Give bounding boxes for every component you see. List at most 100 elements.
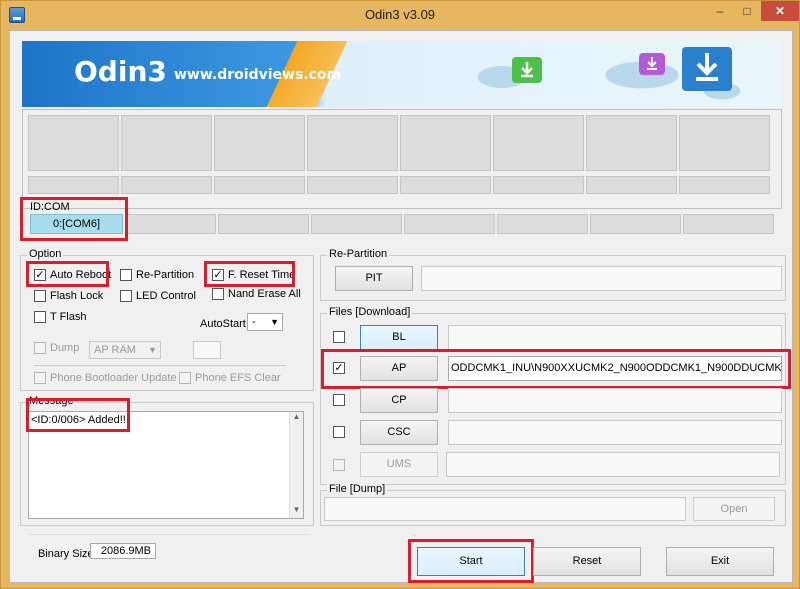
close-button[interactable]: ✕ [761, 1, 799, 21]
re-partition-checkbox[interactable]: Re-Partition [120, 269, 194, 281]
open-button[interactable]: Open [693, 497, 775, 521]
auto-reboot-label: Auto Reboot [50, 269, 112, 281]
dump-label: Dump [50, 342, 80, 354]
re-partition-group-label: Re-Partition [327, 248, 390, 260]
slot-status [493, 176, 584, 194]
led-control-checkbox[interactable]: LED Control [120, 290, 196, 302]
message-log-text: <ID:0/006> Added!! [31, 414, 126, 426]
device-slot [28, 115, 119, 171]
message-scrollbar[interactable]: ▲ ▼ [289, 412, 303, 518]
device-slot [307, 115, 398, 171]
option-label: Option [27, 248, 64, 260]
slot-status [121, 176, 212, 194]
csc-checkbox[interactable] [333, 426, 349, 438]
ums-checkbox[interactable] [333, 459, 349, 471]
checkmark-icon: ✓ [333, 362, 345, 374]
device-slot [121, 115, 212, 171]
odin-window: Odin3 v3.09 – □ ✕ Odin3 www.droidviews.c… [0, 0, 800, 589]
slot-status [307, 176, 398, 194]
pit-button[interactable]: PIT [335, 266, 413, 291]
files-download-label: Files [Download] [327, 306, 413, 318]
ap-button[interactable]: AP [360, 356, 438, 381]
ap-checkbox[interactable]: ✓ [333, 362, 349, 374]
csc-file-field[interactable] [448, 420, 782, 445]
download-purple-icon [639, 53, 665, 75]
idcom-row: 0:[COM6] [28, 214, 782, 236]
phone-efs-clear-label: Phone EFS Clear [195, 372, 281, 384]
flash-lock-label: Flash Lock [50, 290, 104, 302]
window-title: Odin3 v3.09 [364, 7, 436, 22]
bl-file-field[interactable] [448, 325, 782, 350]
com-port-slot [683, 214, 774, 234]
flash-lock-checkbox[interactable]: Flash Lock [34, 290, 103, 302]
dump-type-select[interactable]: AP RAM ▼ [89, 341, 161, 359]
cp-button[interactable]: CP [360, 388, 438, 413]
led-control-label: LED Control [136, 290, 196, 302]
f-reset-time-label: F. Reset Time [228, 269, 296, 281]
f-reset-time-checkbox[interactable]: ✓ F. Reset Time [212, 269, 295, 281]
autostart-label: AutoStart [200, 318, 246, 330]
auto-reboot-checkbox[interactable]: ✓ Auto Reboot [34, 269, 111, 281]
idcom-label: ID:COM [30, 201, 70, 213]
download-blue-icon [682, 47, 732, 91]
cp-checkbox[interactable] [333, 394, 349, 406]
maximize-button[interactable]: □ [734, 1, 760, 21]
device-slot [679, 115, 770, 171]
message-log[interactable]: <ID:0/006> Added!! ▲ ▼ [28, 411, 304, 519]
slot-status [400, 176, 491, 194]
bl-button[interactable]: BL [360, 325, 438, 350]
title-bar: Odin3 v3.09 – □ ✕ [1, 1, 799, 29]
csc-button[interactable]: CSC [360, 420, 438, 445]
autostart-select[interactable]: - ▼ [247, 313, 283, 331]
com-port-slot [590, 214, 681, 234]
chevron-down-icon: ▼ [270, 317, 279, 327]
option-divider [34, 365, 286, 366]
dump-checkbox[interactable]: Dump [34, 342, 79, 354]
device-slot [400, 115, 491, 171]
ap-file-field[interactable]: ODDCMK1_INU\N900XXUCMK2_N900ODDCMK1_N900… [448, 356, 782, 381]
com-port-slot [218, 214, 309, 234]
phone-bootloader-update-checkbox[interactable]: Phone Bootloader Update [34, 372, 177, 384]
slot-status [586, 176, 677, 194]
com-port-slot: 0:[COM6] [30, 214, 123, 234]
chevron-down-icon: ▼ [148, 345, 157, 355]
reset-button[interactable]: Reset [533, 547, 641, 576]
banner-title: Odin3 [74, 55, 167, 88]
device-slots [22, 109, 782, 209]
com-port-slot [311, 214, 402, 234]
app-icon [9, 7, 25, 23]
exit-button[interactable]: Exit [666, 547, 774, 576]
scroll-up-icon[interactable]: ▲ [290, 412, 303, 425]
phone-bootloader-update-label: Phone Bootloader Update [50, 372, 177, 384]
cp-file-field[interactable] [448, 388, 782, 413]
autostart-value: - [252, 316, 256, 328]
download-green-icon [512, 57, 542, 83]
banner-url: www.droidviews.com [174, 67, 342, 83]
scroll-down-icon[interactable]: ▼ [290, 505, 303, 518]
binary-size-label: Binary Size [38, 548, 94, 560]
re-partition-label: Re-Partition [136, 269, 195, 281]
file-dump-label: File [Dump] [327, 483, 388, 495]
checkmark-icon: ✓ [34, 269, 46, 281]
phone-efs-clear-checkbox[interactable]: Phone EFS Clear [179, 372, 281, 384]
checkmark-icon: ✓ [212, 269, 224, 281]
com-port-slot [125, 214, 216, 234]
t-flash-label: T Flash [50, 311, 87, 323]
minimize-button[interactable]: – [707, 1, 733, 21]
dump-type-value: AP RAM [94, 344, 136, 356]
client-area: Odin3 www.droidviews.com ID:COM 0:[COM6]… [9, 30, 793, 583]
ums-file-field[interactable] [446, 452, 780, 477]
start-button[interactable]: Start [417, 547, 525, 576]
dump-file-field[interactable] [324, 497, 686, 521]
t-flash-checkbox[interactable]: T Flash [34, 311, 86, 323]
device-slot [493, 115, 584, 171]
pit-file-field[interactable] [421, 266, 782, 291]
message-label: Message [27, 395, 76, 407]
slot-status [28, 176, 119, 194]
com-port-slot [497, 214, 588, 234]
binary-size-value: 2086.9MB [90, 543, 156, 559]
bl-checkbox[interactable] [333, 331, 349, 343]
nand-erase-all-checkbox[interactable]: Nand Erase All [212, 288, 301, 300]
ums-button[interactable]: UMS [360, 452, 438, 477]
dump-value-field[interactable] [193, 341, 221, 359]
